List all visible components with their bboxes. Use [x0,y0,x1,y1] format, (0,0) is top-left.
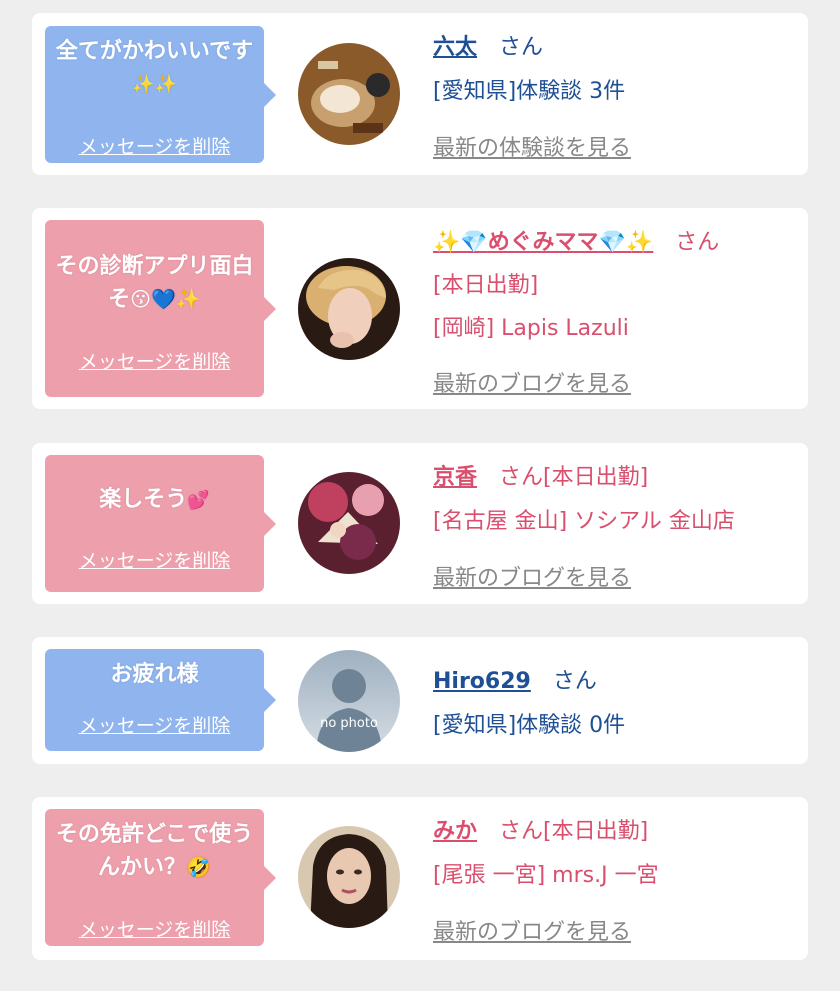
avatar[interactable] [298,258,400,360]
delete-message-link[interactable]: メッセージを削除 [45,132,264,159]
latest-blog-link[interactable]: 最新のブログを見る [433,914,631,946]
message-text: 全てがかわいいです ✨✨ [45,36,264,101]
latest-review-link[interactable]: 最新の体験談を見る [433,130,631,162]
honorific: さん[本日出勤] [499,465,649,490]
message-card: その免許どこで使うんかい？🤣 メッセージを削除 みか さん[本日出勤] [尾張 一… [32,797,808,960]
avatar-image [298,826,400,928]
user-name-link[interactable]: みか [433,819,477,844]
user-status: [本日出勤] [433,273,539,298]
message-text: 楽しそう💕 [45,484,264,517]
user-name-link[interactable]: ✨💎めぐみママ💎✨ [433,230,653,255]
user-name-link[interactable]: 六太 [433,35,477,60]
emoji: 😗💙✨ [130,287,201,311]
message-bubble: お疲れ様 メッセージを削除 [45,649,276,751]
honorific: さん [552,669,597,694]
message-bubble: 楽しそう💕 メッセージを削除 [45,455,276,592]
name-decoration-left: ✨💎 [433,230,488,255]
user-detail: [愛知県]体験談 0件 [433,713,626,738]
message-card: 楽しそう💕 メッセージを削除 京香 さん[本日出勤] [名古屋 金山] ソシアル … [32,443,808,604]
message-body: その免許どこで使うんかい？ [55,822,254,880]
message-text: その診断アプリ面白そ😗💙✨ [45,251,264,316]
latest-blog-link[interactable]: 最新のブログを見る [433,560,631,592]
user-shop: [岡崎] Lapis Lazuli [433,316,629,341]
message-card: お疲れ様 メッセージを削除 no photo Hiro629 さん [愛知県]体… [32,637,808,764]
user-shop: [名古屋 金山] ソシアル 金山店 [433,509,735,534]
user-name: めぐみママ [487,230,599,255]
message-card: その診断アプリ面白そ😗💙✨ メッセージを削除 ✨💎めぐみママ💎✨ さん [本日出勤… [32,208,808,409]
user-detail: [愛知県]体験談 3件 [433,79,626,104]
delete-message-link[interactable]: メッセージを削除 [45,915,264,942]
message-body: 全てがかわいいです [55,39,254,64]
message-body: お疲れ様 [110,662,199,687]
user-name-link[interactable]: Hiro629 [433,669,531,694]
message-body: 楽しそう [99,487,188,512]
delete-message-link[interactable]: メッセージを削除 [45,711,264,738]
avatar[interactable] [298,43,400,145]
emoji: ✨✨ [132,74,177,95]
delete-message-link[interactable]: メッセージを削除 [45,546,264,573]
emoji: 💕 [187,490,210,511]
message-text: その免許どこで使うんかい？🤣 [45,819,264,884]
user-name-link[interactable]: 京香 [433,465,477,490]
no-photo-label: no photo [320,716,378,731]
message-text: お疲れ様 [45,659,264,691]
delete-message-link[interactable]: メッセージを削除 [45,347,264,374]
user-shop: [尾張 一宮] mrs.J 一宮 [433,863,659,888]
message-card: 全てがかわいいです ✨✨ メッセージを削除 六太 さん [愛知県]体験談 3件 最新… [32,13,808,175]
name-decoration-right: 💎✨ [598,230,654,255]
message-list: 全てがかわいいです✨✨ メッセージを削除 六太 さん [愛知県]体験談 3件 最新… [0,0,840,991]
avatar[interactable] [298,472,400,574]
avatar-image [298,43,400,145]
latest-blog-link[interactable]: 最新のブログを見る [433,366,631,398]
honorific: さん [499,35,544,60]
honorific: さん [675,230,720,255]
avatar[interactable] [298,826,400,928]
message-bubble: 全てがかわいいです ✨✨ メッセージを削除 [45,26,276,163]
avatar-image [298,472,400,574]
message-bubble: その免許どこで使うんかい？🤣 メッセージを削除 [45,809,276,946]
avatar-image [298,258,400,360]
emoji: 🤣 [186,855,211,879]
no-photo-icon [298,650,400,752]
avatar[interactable]: no photo [298,650,400,752]
honorific: さん[本日出勤] [499,819,649,844]
message-bubble: その診断アプリ面白そ😗💙✨ メッセージを削除 [45,220,276,397]
